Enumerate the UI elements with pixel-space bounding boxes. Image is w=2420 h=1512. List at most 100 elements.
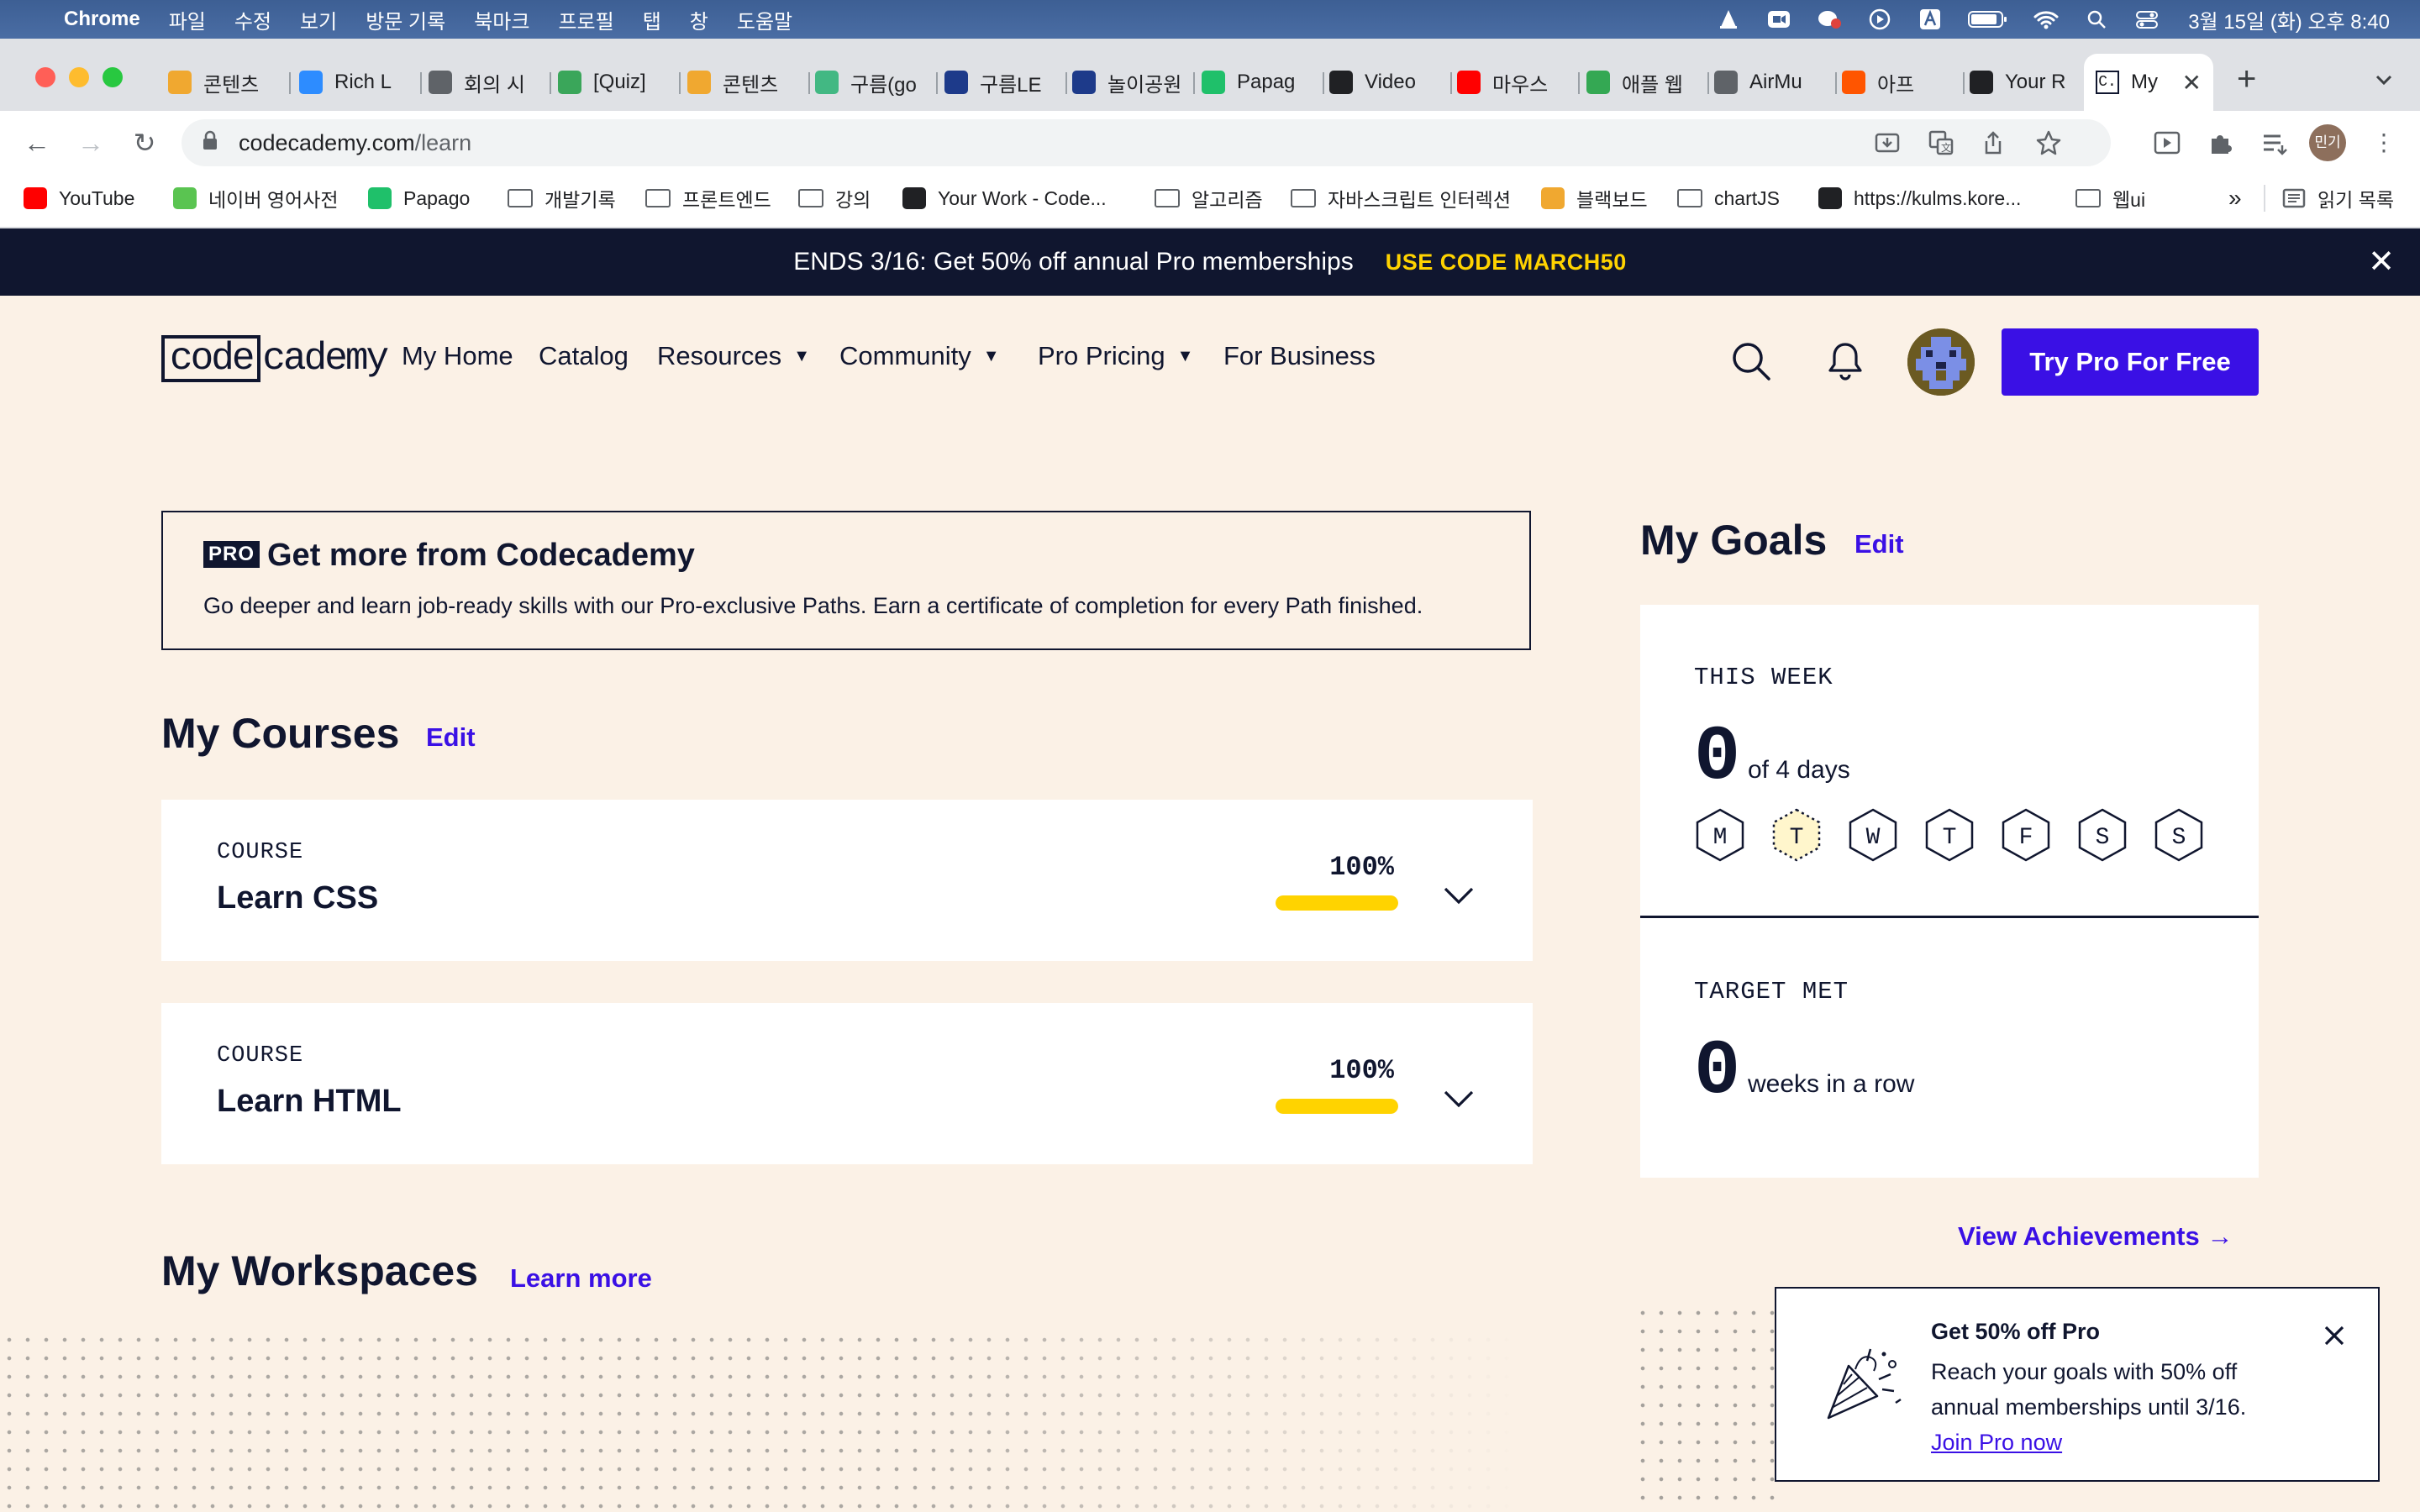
view-achievements-link[interactable]: View Achievements → xyxy=(1958,1221,2233,1252)
browser-tab[interactable]: [Quiz] xyxy=(558,66,681,99)
browser-tab-label: 회의 시 xyxy=(464,73,525,97)
browser-tab[interactable]: 마우스 xyxy=(1457,66,1580,99)
share-icon[interactable] xyxy=(1980,129,2007,156)
bookmark-item[interactable]: chartJS xyxy=(1677,183,1780,213)
media-icon[interactable] xyxy=(2153,129,2181,157)
codecademy-logo[interactable]: code cademy xyxy=(161,334,389,383)
translate-icon[interactable]: 文 xyxy=(1928,129,1954,156)
chevron-down-icon[interactable] xyxy=(1442,1085,1476,1110)
browser-tab[interactable]: AirMu xyxy=(1714,66,1837,99)
menu-view[interactable]: 보기 xyxy=(300,5,337,34)
nav-pro-pricing[interactable]: Pro Pricing ▼ xyxy=(1038,341,1193,371)
nav-catalog[interactable]: Catalog xyxy=(539,341,629,371)
tab-close-icon[interactable]: ✕ xyxy=(2182,69,2202,97)
minimize-window-button[interactable] xyxy=(69,67,89,87)
browser-tab[interactable]: Papag xyxy=(1202,66,1324,99)
notifications-bell-icon[interactable] xyxy=(1823,339,1867,383)
browser-tab[interactable]: 구름LE xyxy=(944,66,1067,99)
join-pro-link[interactable]: Join Pro now xyxy=(1931,1425,2062,1460)
menu-edit[interactable]: 수정 xyxy=(234,5,271,34)
banner-close-icon[interactable]: ✕ xyxy=(2365,245,2398,279)
bookmark-item[interactable]: 블랙보드 xyxy=(1541,183,1648,213)
menu-history[interactable]: 방문 기록 xyxy=(366,5,445,34)
new-tab-button[interactable]: + xyxy=(2237,62,2256,96)
menu-file[interactable]: 파일 xyxy=(169,5,206,34)
extensions-puzzle-icon[interactable] xyxy=(2207,129,2235,157)
browser-tab[interactable]: Your R xyxy=(1970,66,2092,99)
address-bar[interactable]: codecademy.com/learn 文 xyxy=(182,119,2111,166)
spotlight-icon[interactable] xyxy=(2084,8,2109,30)
goals-edit-link[interactable]: Edit xyxy=(1854,529,1904,559)
menu-bookmarks[interactable]: 북마크 xyxy=(474,5,529,34)
bookmark-item[interactable]: Papago xyxy=(368,183,470,213)
tab-separator xyxy=(1578,72,1580,94)
wifi-icon[interactable] xyxy=(2033,8,2059,30)
bookmark-item[interactable]: Your Work - Code... xyxy=(902,183,1107,213)
active-tab[interactable]: C. My ✕ xyxy=(2084,54,2213,111)
courses-edit-link[interactable]: Edit xyxy=(426,722,476,753)
install-app-icon[interactable] xyxy=(1874,129,1901,156)
browser-tab[interactable]: 놀이공원 xyxy=(1072,66,1195,99)
browser-tab-label: 콘텐츠 xyxy=(723,73,779,97)
nav-community[interactable]: Community ▼ xyxy=(839,341,1000,371)
browser-tab[interactable]: 아프 xyxy=(1842,66,1965,99)
try-pro-button[interactable]: Try Pro For Free xyxy=(2002,328,2259,396)
workspaces-learn-more-link[interactable]: Learn more xyxy=(510,1263,652,1294)
nav-for-business[interactable]: For Business xyxy=(1223,341,1376,371)
course-card[interactable]: COURSE Learn CSS 100% xyxy=(161,800,1533,961)
bookmark-item[interactable]: https://kulms.kore... xyxy=(1818,183,2021,213)
course-card[interactable]: COURSE Learn HTML 100% xyxy=(161,1003,1533,1164)
browser-tab[interactable]: Rich L xyxy=(299,66,422,99)
browser-tab[interactable]: 콘텐츠 xyxy=(687,66,810,99)
bookmark-item[interactable]: 자바스크립트 인터렉션 xyxy=(1291,183,1511,213)
weekday-hexagon: T xyxy=(1925,808,1974,862)
chrome-menu-icon[interactable]: ⋮ xyxy=(2370,129,2398,157)
reading-list-button[interactable]: 읽기 목록 xyxy=(2282,183,2394,213)
bookmark-item[interactable]: YouTube xyxy=(24,183,134,213)
user-avatar[interactable] xyxy=(1907,328,1975,396)
browser-tab[interactable]: 구름(go xyxy=(815,66,938,99)
menu-help[interactable]: 도움말 xyxy=(737,5,792,34)
profile-avatar[interactable]: 민기 xyxy=(2309,124,2346,161)
menu-profiles[interactable]: 프로필 xyxy=(558,5,613,34)
promo-code-link[interactable]: USE CODE MARCH50 xyxy=(1386,249,1627,276)
bookmark-item[interactable]: 프론트엔드 xyxy=(645,183,771,213)
toast-close-icon[interactable] xyxy=(2321,1322,2348,1349)
bookmark-item[interactable]: 강의 xyxy=(798,183,871,213)
tab-separator xyxy=(808,72,810,94)
bookmark-item[interactable]: 알고리즘 xyxy=(1155,183,1263,213)
nav-my-home[interactable]: My Home xyxy=(402,341,513,371)
bookmarks-overflow-icon[interactable]: » xyxy=(2228,183,2242,213)
reload-icon[interactable]: ↻ xyxy=(129,128,160,158)
control-center-icon[interactable] xyxy=(2134,8,2160,30)
battery-icon[interactable] xyxy=(1968,8,2008,30)
reading-list-icon[interactable] xyxy=(2260,129,2289,157)
bookmark-item[interactable]: 네이버 영어사전 xyxy=(173,183,339,213)
input-method-icon[interactable] xyxy=(1918,8,1943,30)
search-icon[interactable] xyxy=(1729,339,1773,383)
tab-search-chevron-icon[interactable] xyxy=(2370,67,2398,92)
chevron-down-icon[interactable] xyxy=(1442,882,1476,907)
browser-tab[interactable]: 애플 웹 xyxy=(1586,66,1709,99)
zoom-icon[interactable] xyxy=(1766,8,1791,30)
nav-resources[interactable]: Resources ▼ xyxy=(657,341,810,371)
browser-tab[interactable]: 회의 시 xyxy=(429,66,551,99)
back-icon[interactable]: ← xyxy=(22,128,52,158)
close-window-button[interactable] xyxy=(35,67,55,87)
menubar-clock[interactable]: 3월 15일 (화) 오후 8:40 xyxy=(2188,5,2390,34)
app-menu-name[interactable]: Chrome xyxy=(64,8,140,31)
browser-tab-label: Rich L xyxy=(334,71,392,93)
browser-tab[interactable]: Video xyxy=(1329,66,1452,99)
messenger-icon[interactable] xyxy=(1817,8,1842,30)
lock-icon[interactable] xyxy=(202,130,218,155)
bookmark-item[interactable]: 개발기록 xyxy=(508,183,616,213)
browser-tab[interactable]: 콘텐츠 xyxy=(168,66,291,99)
play-icon[interactable] xyxy=(1867,8,1892,30)
menu-tab[interactable]: 탭 xyxy=(643,5,661,34)
menu-window[interactable]: 창 xyxy=(690,5,708,34)
bookmark-star-icon[interactable] xyxy=(2035,129,2062,156)
vlc-icon[interactable] xyxy=(1716,8,1741,30)
zoom-window-button[interactable] xyxy=(103,67,123,87)
forward-icon[interactable]: → xyxy=(76,128,106,158)
bookmark-item[interactable]: 웹ui xyxy=(2075,183,2145,213)
